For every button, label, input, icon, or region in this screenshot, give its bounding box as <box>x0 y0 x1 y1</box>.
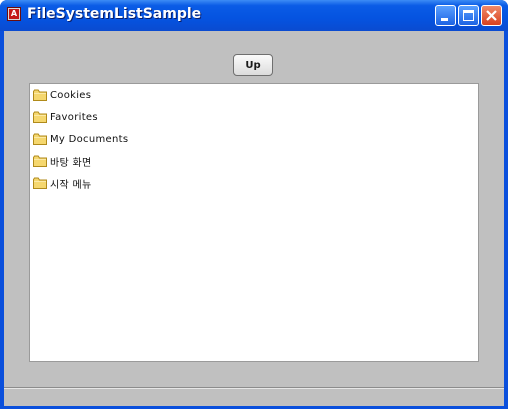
app-window: A FileSystemListSample Up Cookies Favori… <box>0 0 508 409</box>
list-item-label: 시작 메뉴 <box>50 179 92 191</box>
list-item-label: 바탕 화면 <box>50 157 92 169</box>
app-logo-glyph: A <box>9 9 19 19</box>
window-title: FileSystemListSample <box>27 6 202 22</box>
file-system-list[interactable]: Cookies Favorites My Documents 바탕 화면 시작 … <box>29 83 479 362</box>
list-item[interactable]: Favorites <box>33 108 98 126</box>
folder-icon <box>33 177 47 189</box>
list-item[interactable]: 시작 메뉴 <box>33 174 91 192</box>
window-client-area: Up Cookies Favorites My Documents 바탕 화면 … <box>4 31 504 406</box>
maximize-button[interactable] <box>458 5 479 26</box>
folder-icon <box>33 155 47 167</box>
list-item[interactable]: Cookies <box>33 86 91 104</box>
list-item[interactable]: My Documents <box>33 130 128 148</box>
close-icon <box>486 10 497 21</box>
app-logo-icon[interactable]: A <box>7 7 21 21</box>
maximize-icon <box>463 10 474 21</box>
folder-icon <box>33 133 47 145</box>
status-bar <box>4 387 504 406</box>
list-item-label: Cookies <box>50 89 92 101</box>
folder-icon <box>33 89 47 101</box>
up-button[interactable]: Up <box>233 54 273 76</box>
list-item[interactable]: 바탕 화면 <box>33 152 91 170</box>
title-bar[interactable]: A FileSystemListSample <box>0 0 508 31</box>
folder-icon <box>33 111 47 123</box>
list-item-label: My Documents <box>50 133 129 145</box>
list-item-label: Favorites <box>50 111 98 123</box>
close-button[interactable] <box>481 5 502 26</box>
minimize-icon <box>441 18 448 21</box>
minimize-button[interactable] <box>435 5 456 26</box>
